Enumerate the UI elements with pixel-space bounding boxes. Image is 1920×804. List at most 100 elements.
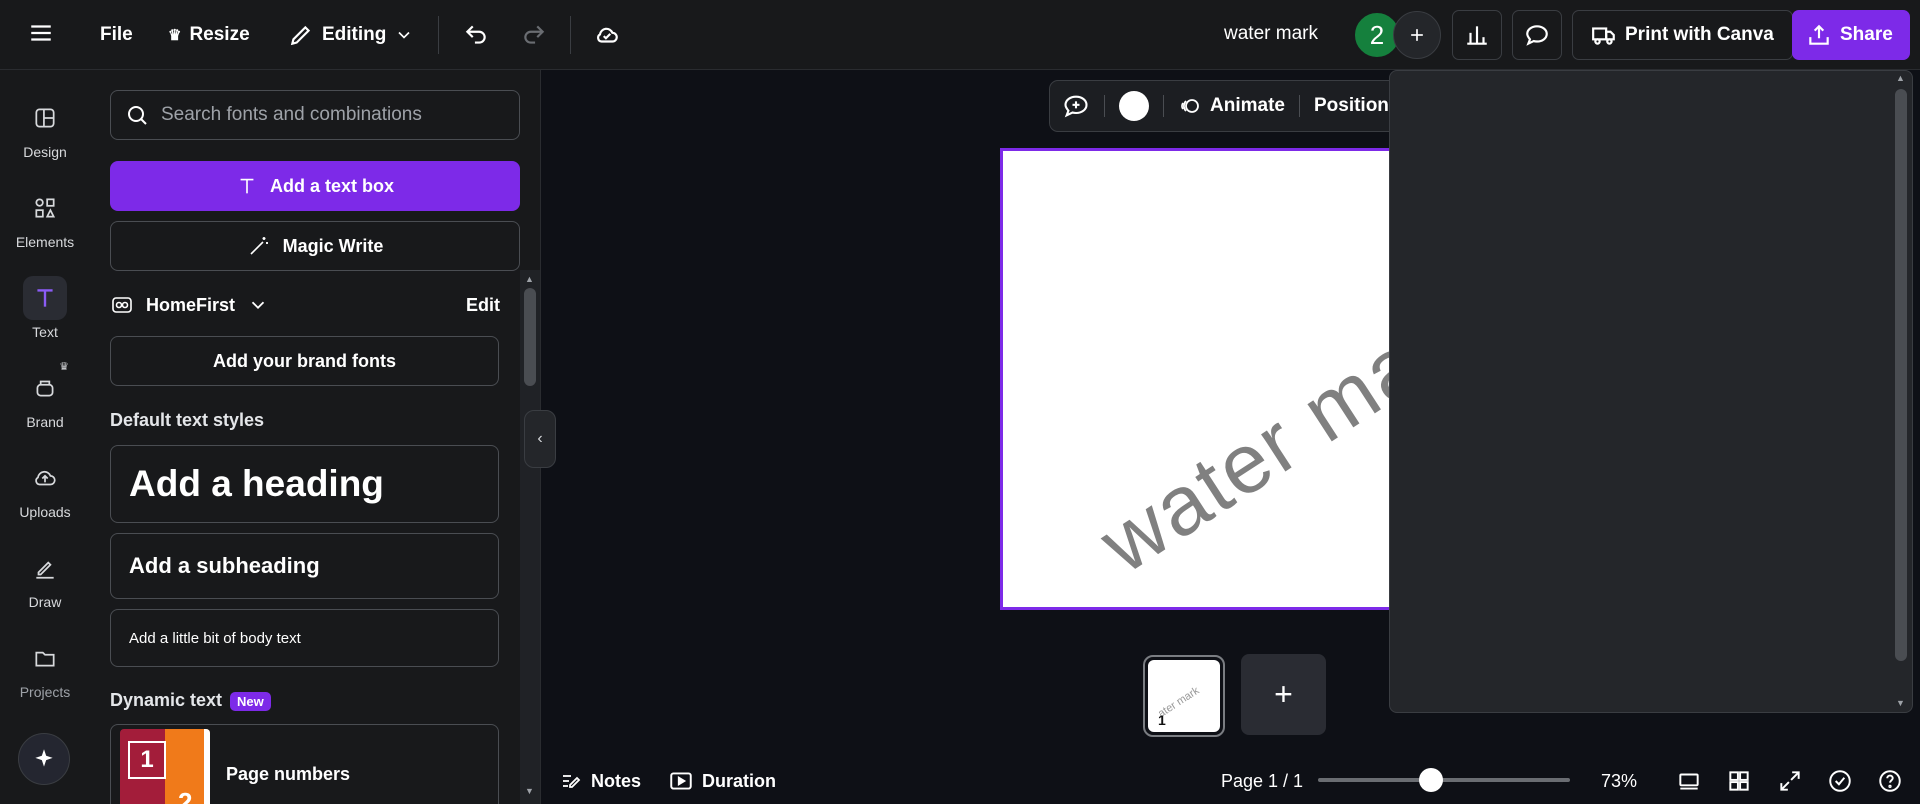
- page-number-sample: 1: [128, 741, 166, 779]
- magic-wand-icon: [250, 237, 268, 255]
- rail-label: Design: [23, 144, 67, 160]
- new-badge: New: [230, 691, 271, 711]
- animate-button[interactable]: Animate: [1178, 94, 1285, 118]
- color-swatch[interactable]: [1119, 91, 1149, 121]
- grid-view-button[interactable]: [1726, 768, 1752, 799]
- brand-name[interactable]: HomeFirst: [146, 295, 235, 316]
- divider: [1163, 95, 1164, 117]
- rail-item-projects[interactable]: Projects: [0, 636, 90, 700]
- sparkle-icon: [35, 749, 53, 767]
- scroll-down-arrow[interactable]: ▼: [525, 786, 534, 796]
- zoom-level[interactable]: 73%: [1601, 771, 1637, 792]
- check-circle-icon: [1829, 770, 1851, 792]
- add-text-box-button[interactable]: Add a text box: [110, 161, 520, 211]
- scroll-up-arrow[interactable]: ▲: [1896, 73, 1905, 83]
- redo-button[interactable]: [521, 22, 547, 48]
- thumbnail-preview: ater mark 1: [1148, 660, 1220, 732]
- draw-icon: [23, 546, 67, 590]
- duration-button[interactable]: Duration: [668, 768, 776, 794]
- text-panel: Add a text box Magic Write HomeFirst Edi…: [90, 70, 541, 804]
- fullscreen-button[interactable]: [1777, 768, 1803, 799]
- add-subheading-button[interactable]: Add a subheading: [110, 533, 499, 599]
- bar-chart-icon: [1467, 26, 1487, 45]
- share-dropdown-scrollbar[interactable]: ▲ ▼: [1890, 71, 1912, 712]
- font-search[interactable]: [110, 90, 520, 140]
- undo-button[interactable]: [463, 22, 489, 48]
- panel-scrollbar[interactable]: ▲ ▼: [520, 270, 540, 804]
- hamburger-icon: [31, 25, 51, 41]
- chevron-down-icon[interactable]: [247, 294, 269, 316]
- share-dropdown: ▲ ▼: [1389, 70, 1913, 713]
- notes-button[interactable]: Notes: [559, 769, 641, 793]
- save-status-button[interactable]: [594, 22, 620, 48]
- add-body-text-button[interactable]: Add a little bit of body text: [110, 609, 499, 667]
- rail-item-text[interactable]: Text: [0, 276, 90, 340]
- share-button[interactable]: Share: [1792, 10, 1910, 60]
- magic-write-button[interactable]: Magic Write: [110, 221, 520, 271]
- print-with-canva-button[interactable]: Print with Canva: [1572, 10, 1793, 60]
- add-heading-button[interactable]: Add a heading: [110, 445, 499, 523]
- design-icon: [23, 96, 67, 140]
- rail-label: Text: [32, 324, 58, 340]
- rail-item-brand[interactable]: ♛ Brand: [0, 361, 90, 430]
- page-indicator[interactable]: Page 1 / 1: [1221, 771, 1303, 792]
- pages-view-button[interactable]: [1676, 768, 1702, 799]
- rail-item-elements[interactable]: Elements: [0, 186, 90, 250]
- zoom-slider[interactable]: [1318, 778, 1570, 782]
- resize-label: Resize: [189, 24, 250, 45]
- page-numbers-card[interactable]: 1 2 Page numbers: [110, 724, 499, 804]
- scroll-down-arrow[interactable]: ▼: [1896, 698, 1905, 708]
- scroll-up-arrow[interactable]: ▲: [525, 274, 534, 284]
- help-icon: [1879, 770, 1901, 792]
- left-rail: Design Elements Text ♛ Brand Uploads Dra…: [0, 70, 90, 804]
- scroll-thumb[interactable]: [1895, 89, 1907, 661]
- brand-kit-icon: [112, 297, 132, 313]
- crown-icon: ♛: [59, 361, 69, 373]
- thumbnail-edge: [204, 729, 210, 804]
- page-numbers-thumbnail: 1 2: [120, 729, 210, 804]
- watermark-text[interactable]: water mark: [1083, 274, 1389, 592]
- text-icon: [23, 276, 67, 320]
- rail-label: Elements: [15, 234, 75, 250]
- duration-label: Duration: [702, 770, 776, 791]
- rail-label: Uploads: [19, 504, 71, 520]
- dynamic-text-label: Dynamic text: [110, 690, 223, 710]
- collapse-panel-button[interactable]: ‹: [524, 410, 556, 468]
- invite-button[interactable]: [1393, 11, 1441, 59]
- scroll-thumb[interactable]: [524, 288, 536, 386]
- search-input[interactable]: [161, 104, 491, 126]
- brand-edit-link[interactable]: Edit: [466, 295, 500, 316]
- file-menu-button[interactable]: File: [90, 11, 143, 59]
- grid-icon: [1729, 771, 1749, 791]
- design-page[interactable]: water mark: [1000, 148, 1392, 610]
- uploads-icon: [23, 456, 67, 500]
- add-page-button[interactable]: +: [1241, 654, 1326, 735]
- page-thumbnail[interactable]: ater mark 1: [1143, 655, 1225, 737]
- insights-button[interactable]: [1452, 10, 1502, 60]
- menu-button[interactable]: [28, 20, 54, 46]
- body-label: Add a little bit of body text: [129, 629, 301, 647]
- help-button[interactable]: [1877, 768, 1903, 799]
- animate-icon: [1181, 99, 1199, 113]
- check-button[interactable]: [1827, 768, 1853, 799]
- subheading-label: Add a subheading: [129, 553, 320, 578]
- add-brand-fonts-button[interactable]: Add your brand fonts: [110, 336, 499, 386]
- elements-icon: [23, 186, 67, 230]
- file-label: File: [100, 24, 133, 45]
- rail-item-uploads[interactable]: Uploads: [0, 456, 90, 520]
- rail-item-design[interactable]: Design: [0, 96, 90, 160]
- magic-write-label: Magic Write: [282, 235, 384, 256]
- notes-icon: [563, 775, 581, 788]
- dynamic-text-title: Dynamic text New: [110, 690, 271, 711]
- comments-button[interactable]: [1512, 10, 1562, 60]
- resize-button[interactable]: ♛ Resize: [158, 11, 260, 59]
- position-button[interactable]: Position: [1314, 95, 1389, 117]
- magic-assistant-button[interactable]: [18, 733, 70, 785]
- rail-item-draw[interactable]: Draw: [0, 546, 90, 610]
- play-icon: [670, 772, 692, 790]
- editing-mode-button[interactable]: Editing: [278, 11, 424, 59]
- divider: [1104, 95, 1105, 117]
- document-title[interactable]: water mark: [1224, 23, 1318, 45]
- comment-add-icon[interactable]: [1062, 92, 1090, 120]
- page-numbers-label: Page numbers: [226, 763, 351, 784]
